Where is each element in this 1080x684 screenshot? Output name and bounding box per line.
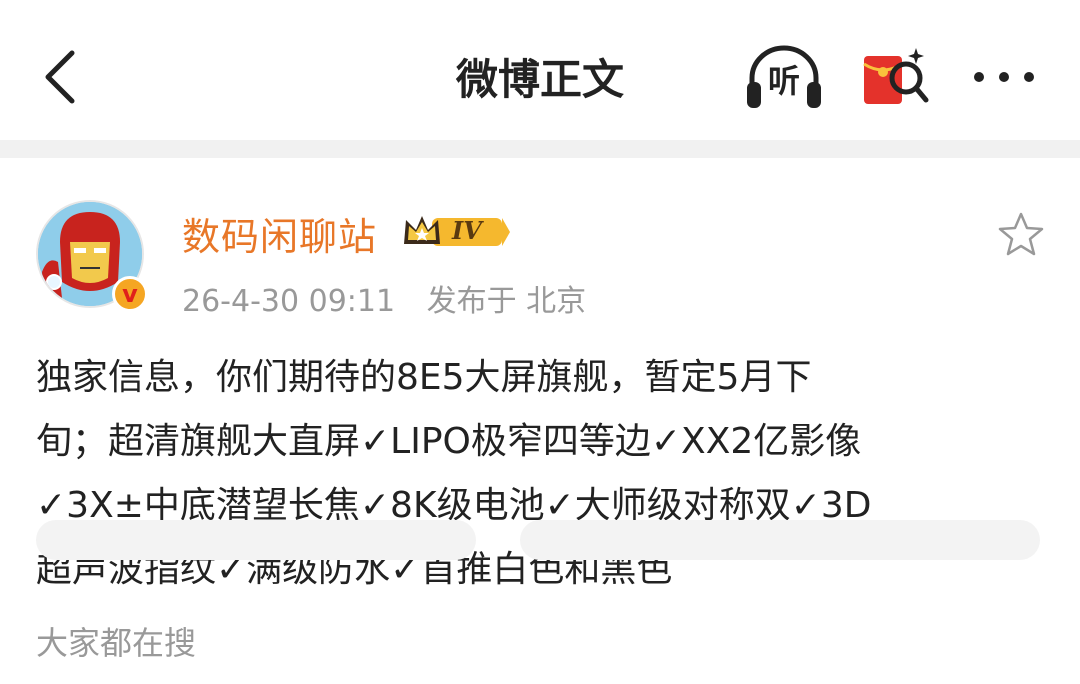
listen-button[interactable]: 听 bbox=[742, 42, 826, 112]
red-packet-search-icon bbox=[863, 48, 929, 104]
red-packet-search-button[interactable] bbox=[858, 42, 938, 112]
back-arrow-icon bbox=[45, 50, 75, 104]
favorite-button[interactable] bbox=[996, 210, 1046, 260]
more-dot-icon bbox=[974, 72, 984, 82]
post-time: 26-4-30 09:11 bbox=[182, 284, 396, 319]
location-prefix: 发布于 bbox=[426, 284, 517, 319]
author-avatar[interactable]: v bbox=[36, 200, 148, 312]
trending-search-chip[interactable] bbox=[520, 520, 1040, 560]
post-meta: 26-4-30 09:11 发布于 北京 bbox=[182, 276, 586, 320]
level-text: IV bbox=[452, 216, 482, 245]
page-title-text: 微博正文 bbox=[455, 55, 624, 104]
trending-search-chip[interactable] bbox=[36, 520, 476, 560]
more-dot-icon bbox=[1024, 72, 1034, 82]
top-navigation-bar: 微博正文 听 bbox=[0, 0, 1080, 140]
post-content: 独家信息，你们期待的8E5大屏旗舰，暂定5月下 旬；超清旗舰大直屏✓LIPO极窄… bbox=[36, 346, 1046, 602]
listen-label: 听 bbox=[767, 62, 800, 100]
more-options-button[interactable] bbox=[968, 52, 1040, 102]
level-badge[interactable]: IV bbox=[402, 212, 512, 252]
back-button[interactable] bbox=[30, 42, 90, 112]
post-content-line: 独家信息，你们期待的8E5大屏旗舰，暂定5月下 bbox=[36, 357, 812, 398]
verified-v-icon: v bbox=[112, 276, 148, 312]
verified-mark: v bbox=[122, 280, 138, 308]
post-content-line: 旬；超清旗舰大直屏✓LIPO极窄四等边✓XX2亿影像 bbox=[36, 421, 862, 462]
author-name[interactable]: 数码闲聊站 bbox=[182, 206, 377, 261]
star-outline-icon bbox=[998, 212, 1044, 256]
trending-search-label: 大家都在搜 bbox=[36, 624, 197, 662]
more-dot-icon bbox=[999, 72, 1009, 82]
section-divider bbox=[0, 140, 1080, 158]
post-location: 北京 bbox=[526, 284, 587, 319]
